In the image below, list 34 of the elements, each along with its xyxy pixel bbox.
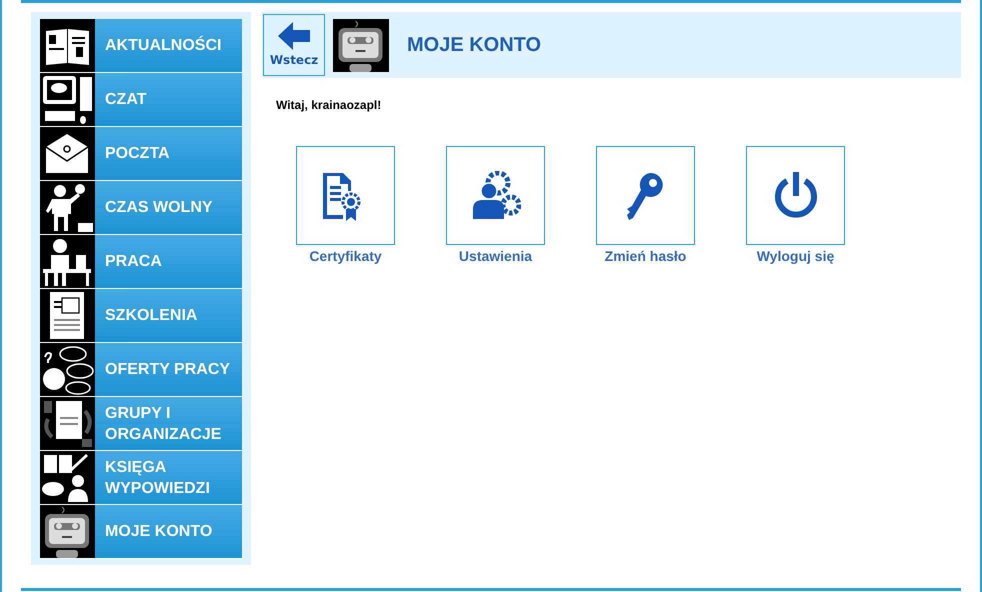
document-arrows-icon[interactable] [40,397,95,450]
nav-link[interactable]: KSIĘGA WYPOWIEDZI [95,451,242,504]
settings-icon [470,170,520,220]
thought-bubbles-icon[interactable] [40,343,95,396]
tile-link[interactable]: Zmień hasło [604,247,686,265]
computer-icon[interactable] [40,73,95,126]
tile-button[interactable] [596,146,695,245]
envelope-icon[interactable] [40,127,95,180]
robot-icon [333,18,389,72]
page-title: MOJE KONTO [407,34,542,56]
tile-link[interactable]: Wyloguj się [756,247,834,265]
nav-link[interactable]: PRACA [95,235,242,288]
document-icon[interactable] [40,289,95,342]
nav-link[interactable]: GRUPY I ORGANIZACJE [95,397,242,450]
nav-link[interactable]: POCZTA [95,127,242,180]
desk-icon[interactable] [40,235,95,288]
nav-link[interactable]: CZAT [95,73,242,126]
tile-link[interactable]: Ustawienia [458,247,532,265]
nav-link[interactable]: CZAS WOLNY [95,181,242,234]
book-person-icon[interactable] [40,451,95,504]
tile-link[interactable]: Certyfikaty [309,247,382,265]
greeting-text: Witaj, krainaozapl! [276,98,382,112]
person-icon[interactable] [40,181,95,234]
tile-button[interactable] [746,146,845,245]
nav-link[interactable]: AKTUALNOŚCI [95,19,242,72]
tile-button[interactable] [296,146,395,245]
nav-link[interactable]: MOJE KONTO [95,505,242,558]
nav-link[interactable]: SZKOLENIA [95,289,242,342]
left-arrow-icon [278,22,310,50]
robot-icon[interactable] [40,505,95,558]
tile-button[interactable] [446,146,545,245]
nav-link[interactable]: OFERTY PRACY [95,343,242,396]
back-button[interactable]: Wstecz [263,14,325,76]
newspaper-icon[interactable] [40,19,95,72]
